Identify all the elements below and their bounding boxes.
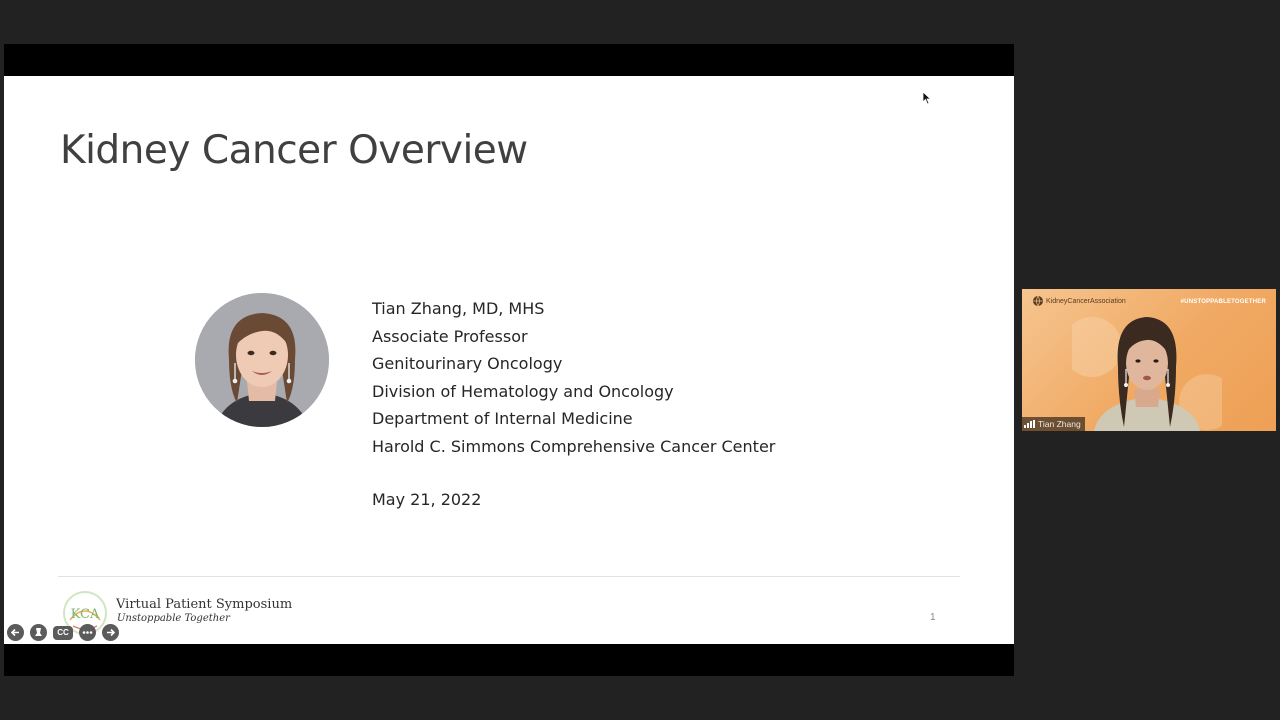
participant-video-feed	[1072, 317, 1222, 431]
more-options-icon	[82, 631, 93, 634]
previous-slide-button[interactable]	[7, 624, 24, 641]
presenter-photo-illustration	[195, 293, 329, 427]
more-options-button[interactable]	[79, 624, 96, 641]
presenter-institution: Harold C. Simmons Comprehensive Cancer C…	[372, 436, 776, 456]
mouse-cursor-icon	[922, 91, 932, 105]
slide-title: Kidney Cancer Overview	[60, 128, 528, 173]
next-slide-button[interactable]	[102, 624, 119, 641]
kca-globe-icon	[1033, 295, 1043, 307]
presenter-info: Tian Zhang, MD, MHS Associate Professor …	[372, 295, 775, 514]
footer-divider	[58, 576, 960, 577]
previous-slide-icon	[10, 628, 19, 637]
kca-logo-text: KCA	[71, 607, 100, 622]
participant-video-tile[interactable]: KidneyCancerAssociation #UNSTOPPABLETOGE…	[1022, 289, 1276, 431]
symposium-subtitle: Unstoppable Together	[117, 613, 230, 624]
presentation-slide: Kidney Cancer Overview Tian Zhang, MD, M…	[4, 76, 1014, 644]
presenter-position: Associate Professor	[372, 326, 528, 346]
presenter-photo	[195, 293, 329, 427]
pointer-tool-icon	[35, 628, 42, 636]
pointer-tool-button[interactable]	[30, 624, 47, 641]
presentation-date: May 21, 2022	[372, 490, 482, 509]
participant-name-label: Tian Zhang	[1022, 417, 1085, 431]
captions-button[interactable]: CC	[53, 625, 73, 640]
slideshow-controls: CC	[7, 624, 119, 641]
symposium-title: Virtual Patient Symposium	[116, 597, 293, 612]
presenter-name: Tian Zhang, MD, MHS	[372, 299, 545, 318]
presenter-specialty: Genitourinary Oncology	[372, 354, 563, 373]
signal-strength-icon	[1024, 420, 1035, 428]
presenter-department: Department of Internal Medicine	[372, 409, 633, 428]
participant-name: Tian Zhang	[1038, 419, 1081, 429]
video-brand-text: KidneyCancerAssociation	[1046, 298, 1126, 305]
slide-page-number: 1	[930, 612, 936, 623]
presenter-division: Division of Hematology and Oncology	[372, 381, 674, 401]
video-hashtag: #UNSTOPPABLETOGETHER	[1180, 299, 1266, 305]
next-slide-icon	[107, 628, 116, 637]
